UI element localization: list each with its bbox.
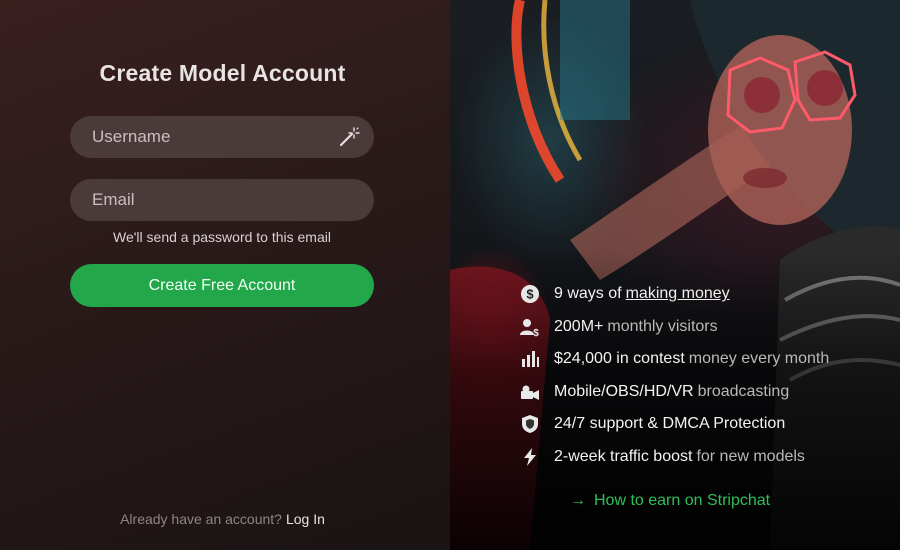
feature-subtext: for new models — [696, 447, 805, 465]
create-account-button[interactable]: Create Free Account — [70, 264, 374, 307]
login-link[interactable]: Log In — [286, 511, 325, 527]
username-field-wrapper — [70, 116, 374, 158]
magic-wand-icon[interactable] — [338, 126, 360, 148]
feature-item-broadcasting: Mobile/OBS/HD/VR broadcasting — [520, 376, 890, 409]
arrow-right-icon: → — [570, 492, 586, 509]
chart-icon — [520, 349, 540, 369]
making-money-link[interactable]: making money — [626, 285, 730, 303]
feature-text: 24/7 support & DMCA Protection — [554, 415, 786, 433]
email-input[interactable] — [70, 179, 374, 221]
feature-item-contest: $24,000 in contest money every month — [520, 343, 890, 376]
feature-subtext: money every month — [688, 350, 830, 368]
login-prompt-text: Already have an account? — [120, 511, 282, 527]
feature-item-boost: 2-week traffic boost for new models — [520, 441, 890, 474]
feature-subtext: monthly visitors — [607, 317, 718, 335]
earn-link-label: How to earn on Stripchat — [594, 492, 771, 509]
email-hint-text: We'll send a password to this email — [113, 229, 331, 245]
login-prompt: Already have an account? Log In — [0, 511, 445, 527]
svg-text:$: $ — [526, 287, 534, 302]
feature-subtext: broadcasting — [697, 382, 790, 400]
feature-text: 2-week traffic boost — [554, 447, 693, 465]
feature-list: $ 9 ways of making money $ 200M+ monthly v… — [520, 278, 890, 473]
signup-panel: Create Model Account We'll send a passwo… — [0, 0, 450, 550]
dollar-icon: $ — [520, 284, 540, 304]
feature-text: 200M+ — [554, 317, 604, 335]
feature-text: Mobile/OBS/HD/VR — [554, 382, 694, 400]
how-to-earn-link[interactable]: → How to earn on Stripchat — [570, 492, 770, 510]
promo-panel: $ 9 ways of making money $ 200M+ monthly v… — [450, 0, 900, 550]
feature-text: $24,000 in contest — [554, 350, 685, 368]
feature-item-support: 24/7 support & DMCA Protection — [520, 408, 890, 441]
email-field-wrapper — [70, 179, 374, 221]
shield-icon — [520, 414, 540, 434]
lightning-icon — [520, 447, 540, 467]
username-input[interactable] — [70, 116, 374, 158]
feature-item-visitors: $ 200M+ monthly visitors — [520, 311, 890, 344]
feature-text: 9 ways of — [554, 285, 622, 303]
camera-icon — [520, 382, 540, 402]
feature-item-making-money: $ 9 ways of making money — [520, 278, 890, 311]
page-title: Create Model Account — [99, 60, 346, 86]
svg-text:$: $ — [533, 328, 539, 337]
users-dollar-icon: $ — [520, 317, 540, 337]
